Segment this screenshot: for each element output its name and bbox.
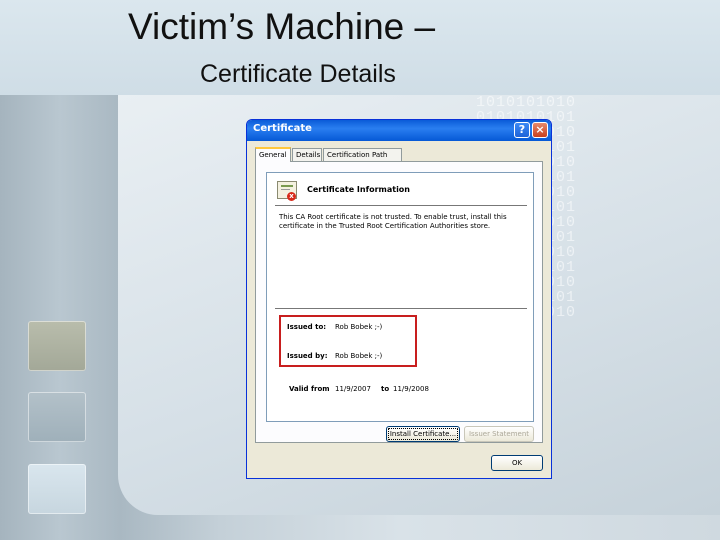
error-x-icon: x: [287, 192, 296, 201]
decorative-tile-blue: [28, 392, 86, 442]
divider: [275, 308, 527, 309]
issuer-statement-button[interactable]: Issuer Statement: [464, 426, 534, 442]
issued-by-label: Issued by:: [287, 352, 328, 360]
decorative-tile-olive: [28, 321, 86, 371]
tab-details[interactable]: Details: [292, 148, 322, 161]
certificate-info-box: x Certificate Information This CA Root c…: [266, 172, 534, 422]
info-heading: Certificate Information: [307, 185, 410, 194]
slide-subtitle: Certificate Details: [200, 60, 396, 88]
valid-from-label: Valid from: [289, 385, 330, 393]
certificate-dialog: Certificate ? × General Details Certific…: [246, 119, 552, 479]
tab-certification-path[interactable]: Certification Path: [323, 148, 402, 161]
binary-row: 1010101010: [476, 95, 577, 111]
general-tab-panel: x Certificate Information This CA Root c…: [255, 161, 543, 443]
slide-title: Victim’s Machine –: [128, 6, 436, 47]
valid-from-value: 11/9/2007: [335, 385, 371, 393]
close-button[interactable]: ×: [532, 122, 548, 138]
dialog-title: Certificate: [253, 123, 312, 134]
decorative-tile-light: [28, 464, 86, 514]
valid-to-value: 11/9/2008: [393, 385, 429, 393]
trust-warning-text: This CA Root certificate is not trusted.…: [279, 213, 507, 230]
ok-button[interactable]: OK: [491, 455, 543, 471]
help-button[interactable]: ?: [514, 122, 530, 138]
dialog-titlebar[interactable]: Certificate ? ×: [247, 120, 551, 141]
tab-general[interactable]: General: [255, 147, 291, 162]
issued-by-value: Rob Bobek ;-): [335, 352, 383, 360]
slide-header: Victim’s Machine – Certificate Details: [0, 0, 720, 95]
divider: [275, 205, 527, 206]
install-certificate-button[interactable]: Install Certificate...: [386, 426, 460, 442]
issued-to-value: Rob Bobek ;-): [335, 323, 383, 331]
issued-to-label: Issued to:: [287, 323, 327, 331]
valid-to-label: to: [381, 385, 390, 393]
